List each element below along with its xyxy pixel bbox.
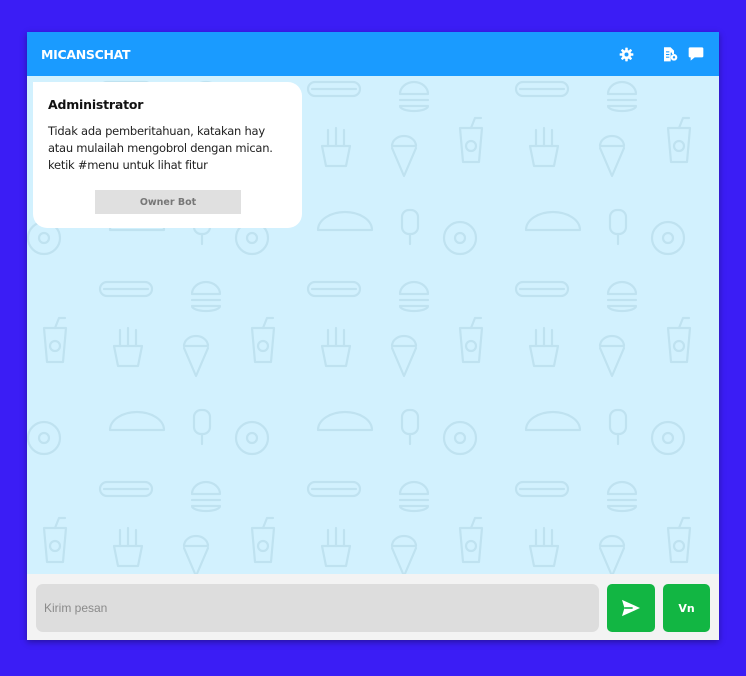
send-icon	[622, 599, 640, 617]
message-composer: Vn	[27, 574, 719, 640]
message-input[interactable]	[36, 584, 599, 632]
voice-note-button[interactable]: Vn	[663, 584, 710, 632]
message-text: Tidak ada pemberitahuan, katakan hay ata…	[48, 124, 273, 172]
send-button[interactable]	[607, 584, 655, 632]
message-sender: Administrator	[48, 97, 144, 112]
header-actions	[617, 45, 705, 63]
chat-window: MICANSCHAT Administrator Tidak ada pembe…	[27, 32, 719, 640]
chat-header: MICANSCHAT	[27, 32, 719, 76]
chat-bubble-icon[interactable]	[687, 45, 705, 63]
gear-icon[interactable]	[617, 45, 635, 63]
owner-bot-button[interactable]: Owner Bot	[95, 190, 241, 214]
message-bubble: Administrator Tidak ada pemberitahuan, k…	[33, 82, 302, 228]
chat-messages-area[interactable]: Administrator Tidak ada pemberitahuan, k…	[27, 76, 719, 574]
file-settings-icon[interactable]	[661, 45, 679, 63]
app-title: MICANSCHAT	[41, 46, 131, 62]
